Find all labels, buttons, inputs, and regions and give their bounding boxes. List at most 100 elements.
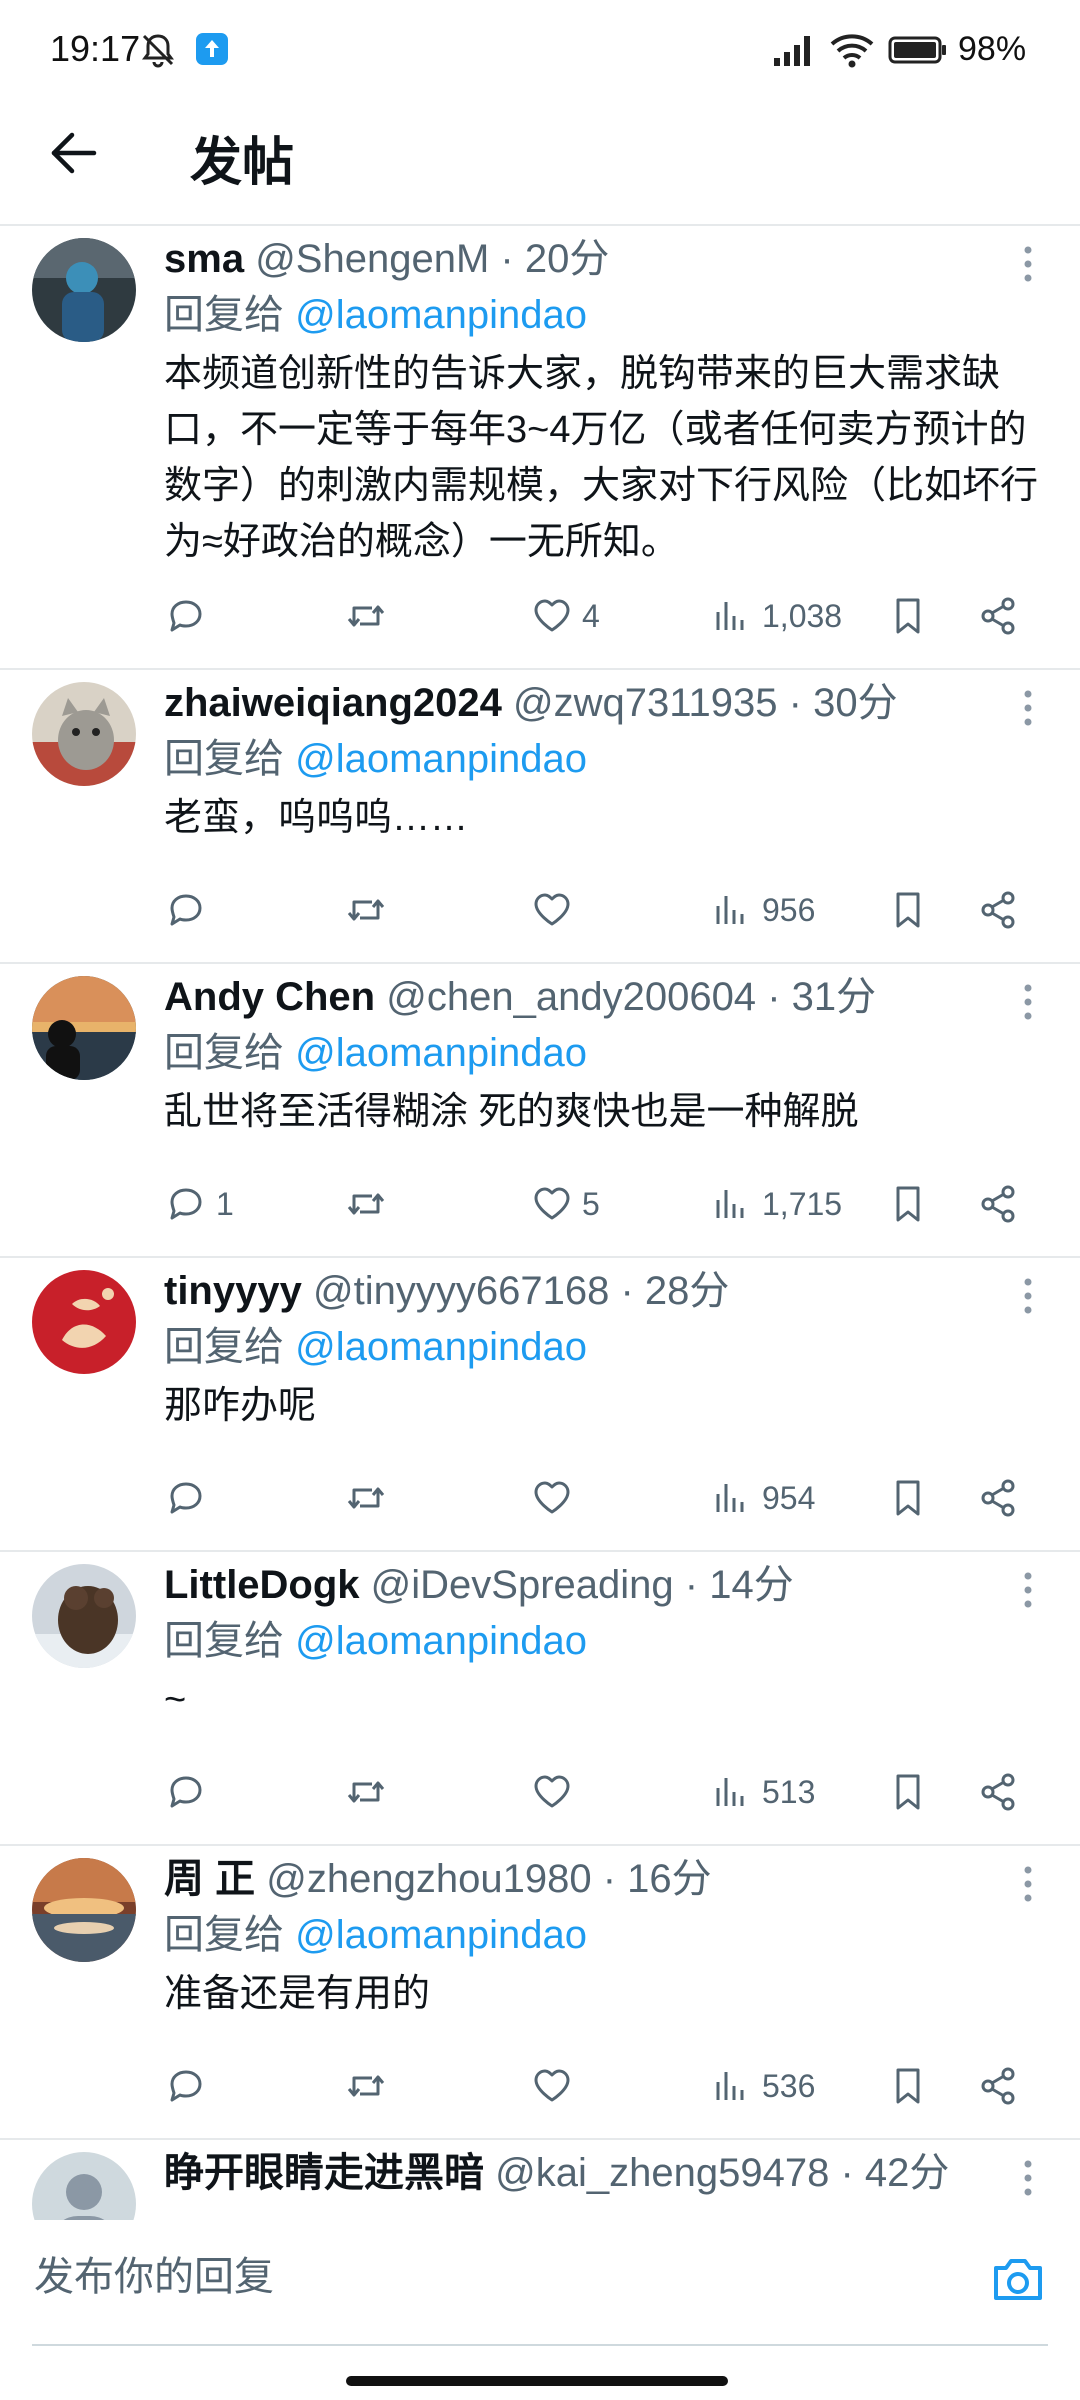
bookmark-button[interactable]	[886, 1762, 930, 1822]
reply-to-label: 回复给	[164, 1031, 284, 1075]
reply-feed: sma @ShengenM · 20分 回复给 @laomanpindao 本频…	[0, 226, 1080, 2220]
display-name[interactable]: 睁开眼睛走进黑暗	[164, 2151, 484, 2195]
reply-item[interactable]: Andy Chen @chen_andy200604 · 31分 回复给 @la…	[0, 964, 1080, 1258]
views-button[interactable]: 513	[710, 1762, 815, 1822]
reply-item[interactable]: sma @ShengenM · 20分 回复给 @laomanpindao 本频…	[0, 226, 1080, 670]
more-options-icon[interactable]	[1016, 980, 1040, 1024]
camera-icon[interactable]	[990, 2254, 1046, 2304]
avatar[interactable]	[32, 976, 136, 1080]
share-button[interactable]	[976, 880, 1020, 940]
bookmark-button[interactable]	[886, 880, 930, 940]
bookmark-button[interactable]	[886, 586, 930, 646]
bookmark-button[interactable]	[886, 2056, 930, 2116]
display-name[interactable]: tinyyyy	[164, 1269, 302, 1313]
share-icon	[981, 597, 1015, 635]
reply-text: 那咋办呢	[164, 1385, 317, 1427]
avatar[interactable]	[32, 1858, 136, 1962]
like-button[interactable]	[530, 880, 582, 940]
display-name[interactable]: Andy Chen	[164, 975, 375, 1019]
mute-icon	[142, 34, 174, 68]
top-app-bar: 发帖	[0, 100, 1080, 226]
views-chart-icon	[716, 2072, 744, 2100]
bookmark-button[interactable]	[886, 1174, 930, 1234]
reply-button[interactable]	[164, 2056, 216, 2116]
more-options-icon[interactable]	[1016, 1568, 1040, 1612]
reply-to-line: 回复给 @laomanpindao	[164, 288, 587, 342]
retweet-button[interactable]	[344, 1762, 396, 1822]
reply-input[interactable]	[34, 2222, 974, 2332]
home-indicator[interactable]	[346, 2376, 728, 2386]
reply-header: 周 正 @zhengzhou1980 · 16分	[164, 1851, 990, 1907]
avatar[interactable]	[32, 2152, 136, 2220]
like-button[interactable]	[530, 2056, 582, 2116]
reply-item[interactable]: 睁开眼睛走进黑暗 @kai_zheng59478 · 42分	[0, 2140, 1080, 2220]
reply-to-mention[interactable]: @laomanpindao	[295, 1325, 587, 1369]
reply-to-line: 回复给 @laomanpindao	[164, 1908, 587, 1962]
share-button[interactable]	[976, 1762, 1020, 1822]
more-options-icon[interactable]	[1016, 686, 1040, 730]
user-handle: @tinyyyy667168	[312, 1269, 610, 1313]
share-button[interactable]	[976, 1174, 1020, 1234]
reply-button[interactable]: 1	[164, 1174, 234, 1234]
like-button[interactable]: 5	[530, 1174, 600, 1234]
reply-item[interactable]: tinyyyy @tinyyyy667168 · 28分 回复给 @laoman…	[0, 1258, 1080, 1552]
reply-to-label: 回复给	[164, 1619, 284, 1663]
avatar[interactable]	[32, 1564, 136, 1668]
views-button[interactable]: 1,715	[710, 1174, 842, 1234]
reply-to-mention[interactable]: @laomanpindao	[295, 1031, 587, 1075]
heart-icon	[534, 893, 570, 926]
reply-to-mention[interactable]: @laomanpindao	[295, 1913, 587, 1957]
share-button[interactable]	[976, 1468, 1020, 1528]
more-options-icon[interactable]	[1016, 242, 1040, 286]
reply-to-mention[interactable]: @laomanpindao	[295, 1619, 587, 1663]
display-name[interactable]: 周 正	[164, 1857, 255, 1901]
views-chart-icon	[716, 1190, 744, 1218]
more-options-icon[interactable]	[1016, 2156, 1040, 2200]
reply-header: sma @ShengenM · 20分	[164, 231, 990, 287]
reply-to-mention[interactable]: @laomanpindao	[295, 293, 587, 337]
avatar[interactable]	[32, 682, 136, 786]
reply-button[interactable]	[164, 1762, 216, 1822]
retweet-button[interactable]	[344, 2056, 396, 2116]
share-button[interactable]	[976, 586, 1020, 646]
reply-header: zhaiweiqiang2024 @zwq7311935 · 30分	[164, 675, 990, 731]
share-icon	[981, 2067, 1015, 2105]
reply-to-line: 回复给 @laomanpindao	[164, 1614, 587, 1668]
retweet-icon	[347, 2075, 385, 2097]
bookmark-button[interactable]	[886, 1468, 930, 1528]
views-button[interactable]: 956	[710, 880, 815, 940]
more-options-icon[interactable]	[1016, 1274, 1040, 1318]
retweet-button[interactable]	[344, 586, 396, 646]
reply-item[interactable]: zhaiweiqiang2024 @zwq7311935 · 30分 回复给 @…	[0, 670, 1080, 964]
like-button[interactable]	[530, 1762, 582, 1822]
avatar[interactable]	[32, 238, 136, 342]
retweet-button[interactable]	[344, 880, 396, 940]
display-name[interactable]: sma	[164, 237, 244, 281]
reply-item[interactable]: LittleDogk @iDevSpreading · 14分 回复给 @lao…	[0, 1552, 1080, 1846]
user-handle: @chen_andy200604	[386, 975, 757, 1019]
composer-divider	[32, 2344, 1048, 2346]
retweet-button[interactable]	[344, 1468, 396, 1528]
views-count: 1,038	[762, 597, 843, 634]
arrow-left-icon[interactable]	[46, 125, 102, 181]
views-button[interactable]: 536	[710, 2056, 815, 2116]
reply-button[interactable]	[164, 880, 216, 940]
display-name[interactable]: zhaiweiqiang2024	[164, 681, 502, 725]
like-button[interactable]: 4	[530, 586, 600, 646]
display-name[interactable]: LittleDogk	[164, 1563, 360, 1607]
reply-button[interactable]	[164, 586, 216, 646]
reply-to-mention[interactable]: @laomanpindao	[295, 737, 587, 781]
retweet-button[interactable]	[344, 1174, 396, 1234]
share-button[interactable]	[976, 2056, 1020, 2116]
more-options-icon[interactable]	[1016, 1862, 1040, 1906]
status-bar: 19:17 98%	[0, 0, 1080, 100]
views-button[interactable]: 954	[710, 1468, 815, 1528]
views-button[interactable]: 1,038	[710, 586, 842, 646]
avatar[interactable]	[32, 1270, 136, 1374]
reply-button[interactable]	[164, 1468, 216, 1528]
action-bar: 1 5 1,715	[164, 1174, 1044, 1234]
reply-item[interactable]: 周 正 @zhengzhou1980 · 16分 回复给 @laomanpind…	[0, 1846, 1080, 2140]
battery-percent: 98%	[958, 30, 1027, 68]
like-button[interactable]	[530, 1468, 582, 1528]
action-bar: 954	[164, 1468, 1044, 1528]
